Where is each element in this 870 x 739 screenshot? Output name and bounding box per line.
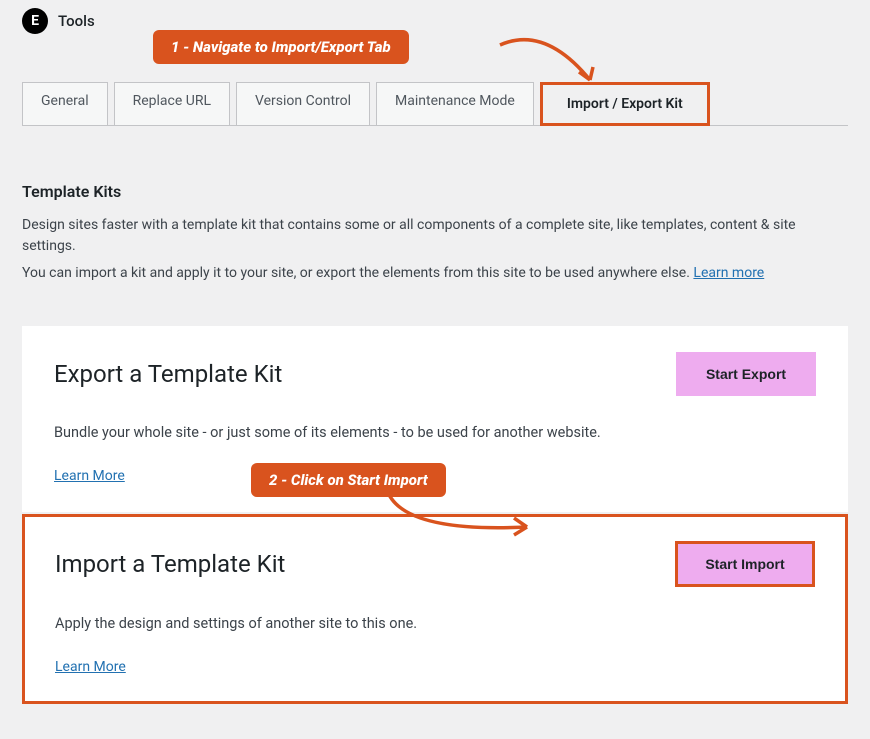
page-header: E Tools xyxy=(22,0,848,34)
tab-replace-url[interactable]: Replace URL xyxy=(114,82,230,125)
start-import-button[interactable]: Start Import xyxy=(675,541,815,587)
section-title: Template Kits xyxy=(22,182,848,201)
kit-cards: Export a Template Kit Start Export Bundl… xyxy=(22,326,848,704)
import-card-header: Import a Template Kit Start Import xyxy=(55,541,815,587)
tab-general[interactable]: General xyxy=(22,82,108,125)
page-title: Tools xyxy=(58,12,95,30)
section-description-line-2: You can import a kit and apply it to you… xyxy=(22,263,848,284)
tab-version-control[interactable]: Version Control xyxy=(236,82,370,125)
tab-import-export-kit[interactable]: Import / Export Kit xyxy=(540,82,710,126)
elementor-logo: E xyxy=(22,8,48,34)
section-description-line-1: Design sites faster with a template kit … xyxy=(22,215,848,257)
import-learn-more-link[interactable]: Learn More xyxy=(55,659,126,675)
import-card-description: Apply the design and settings of another… xyxy=(55,615,815,632)
elementor-logo-glyph: E xyxy=(31,14,39,28)
export-card-title: Export a Template Kit xyxy=(54,360,282,388)
export-learn-more-link[interactable]: Learn More xyxy=(54,468,125,484)
section-description-text: You can import a kit and apply it to you… xyxy=(22,265,693,281)
main-content: Template Kits Design sites faster with a… xyxy=(22,182,848,704)
import-kit-card: Import a Template Kit Start Import Apply… xyxy=(22,514,848,704)
import-card-title: Import a Template Kit xyxy=(55,550,285,578)
annotation-step-1: 1 - Navigate to Import/Export Tab xyxy=(153,30,409,64)
tab-maintenance-mode[interactable]: Maintenance Mode xyxy=(376,82,534,125)
export-card-description: Bundle your whole site - or just some of… xyxy=(54,424,816,441)
annotation-step-2: 2 - Click on Start Import xyxy=(251,463,446,497)
start-export-button[interactable]: Start Export xyxy=(676,352,816,396)
settings-tabs: General Replace URL Version Control Main… xyxy=(22,82,848,126)
export-card-header: Export a Template Kit Start Export xyxy=(54,352,816,396)
learn-more-link[interactable]: Learn more xyxy=(693,265,764,281)
